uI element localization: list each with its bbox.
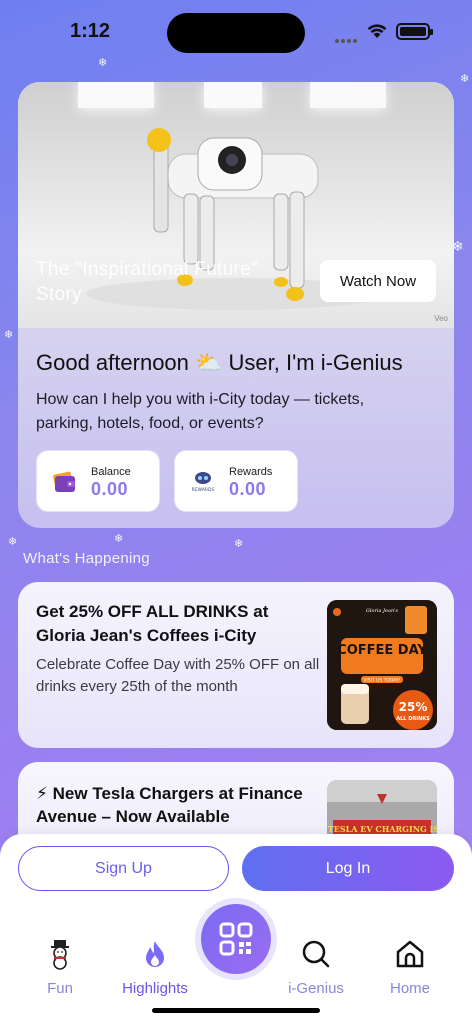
- poster-headline: COFFEE DAY: [337, 643, 427, 658]
- status-bar: 1:12: [0, 0, 472, 64]
- rewards-label: Rewards: [229, 466, 273, 478]
- cellular-signal-icon: [335, 30, 359, 43]
- rewards-value: 0.00: [229, 479, 267, 499]
- rewards-icon-caption: REWARDS: [192, 487, 215, 493]
- poster-cta: VISIT US TODAY!: [363, 678, 401, 684]
- nav-label-fun: Fun: [47, 980, 73, 997]
- greeting-subtitle: How can I help you with i-City today — t…: [36, 391, 365, 432]
- balance-value: 0.00: [91, 479, 129, 499]
- home-icon: [396, 940, 424, 968]
- balance-label: Balance: [91, 466, 131, 478]
- greeting-heading: Good afternoon ⛅ User, I'm i-Genius: [36, 350, 403, 375]
- qr-code-icon: [219, 922, 253, 956]
- tesla-title: ⚡ New Tesla Chargers at Finance Avenue –…: [36, 784, 303, 826]
- hero-title: The "Inspirational Future" Story: [36, 259, 258, 305]
- poster-badge: 25%: [399, 700, 428, 714]
- snowflake-icon: ❄: [114, 533, 124, 545]
- sign-up-button[interactable]: Sign Up: [18, 846, 229, 891]
- poster-brand: Gloria Jean's: [366, 608, 399, 614]
- nav-label-home: Home: [389, 980, 430, 997]
- promo-description: Celebrate Coffee Day with 25% OFF on all…: [36, 656, 320, 695]
- search-icon: [302, 940, 330, 968]
- coffee-day-poster: Gloria Jean's COFFEE DAY VISIT US TODAY!…: [327, 600, 437, 730]
- home-indicator: [152, 1008, 320, 1013]
- snowflake-icon: ❄: [98, 57, 108, 69]
- dynamic-island: [167, 13, 305, 53]
- watch-now-button[interactable]: Watch Now: [320, 260, 436, 302]
- wifi-icon: [367, 24, 387, 38]
- wallet-icon: [53, 471, 75, 492]
- nav-item-fun[interactable]: Fun: [20, 938, 100, 997]
- rewards-icon: REWARDS: [192, 472, 215, 493]
- nav-item-i-genius[interactable]: i-Genius: [276, 938, 356, 997]
- snowflake-icon: ❄: [4, 329, 14, 341]
- snowflake-icon: ❄: [460, 73, 470, 85]
- battery-icon: [396, 23, 433, 40]
- nav-item-home[interactable]: Home: [370, 938, 450, 997]
- promo-title: Get 25% OFF ALL DRINKS at Gloria Jean's …: [36, 602, 269, 645]
- nav-label-i-genius: i-Genius: [288, 980, 344, 997]
- flame-icon: [146, 941, 164, 967]
- bottom-panel: Sign Up Log In Fun Highlights i-Genius H…: [0, 834, 472, 1024]
- status-time: 1:12: [70, 20, 111, 42]
- hero-video-thumbnail[interactable]: The "Inspirational Future" Story Watch N…: [18, 82, 454, 328]
- log-in-button[interactable]: Log In: [242, 846, 454, 891]
- promo-card-coffee[interactable]: Get 25% OFF ALL DRINKS at Gloria Jean's …: [18, 582, 454, 748]
- hero-card: The "Inspirational Future" Story Watch N…: [18, 82, 454, 528]
- tesla-image-caption: YOUR TESLA EV CHARGING IS NOW: [327, 824, 437, 834]
- rewards-card[interactable]: REWARDS Rewards 0.00: [174, 450, 298, 512]
- balance-card[interactable]: Balance 0.00: [36, 450, 160, 512]
- section-title: What's Happening: [23, 550, 150, 567]
- nav-item-highlights[interactable]: Highlights: [115, 938, 195, 997]
- poster-badge-sub: ALL DRINKS: [396, 716, 430, 722]
- nav-label-highlights: Highlights: [122, 980, 188, 997]
- watermark: Veo: [434, 314, 448, 323]
- snowflake-icon: ❄: [8, 536, 18, 548]
- snowman-icon: [51, 940, 69, 970]
- snowflake-icon: ❄: [234, 538, 244, 550]
- qr-scan-button[interactable]: [201, 904, 271, 974]
